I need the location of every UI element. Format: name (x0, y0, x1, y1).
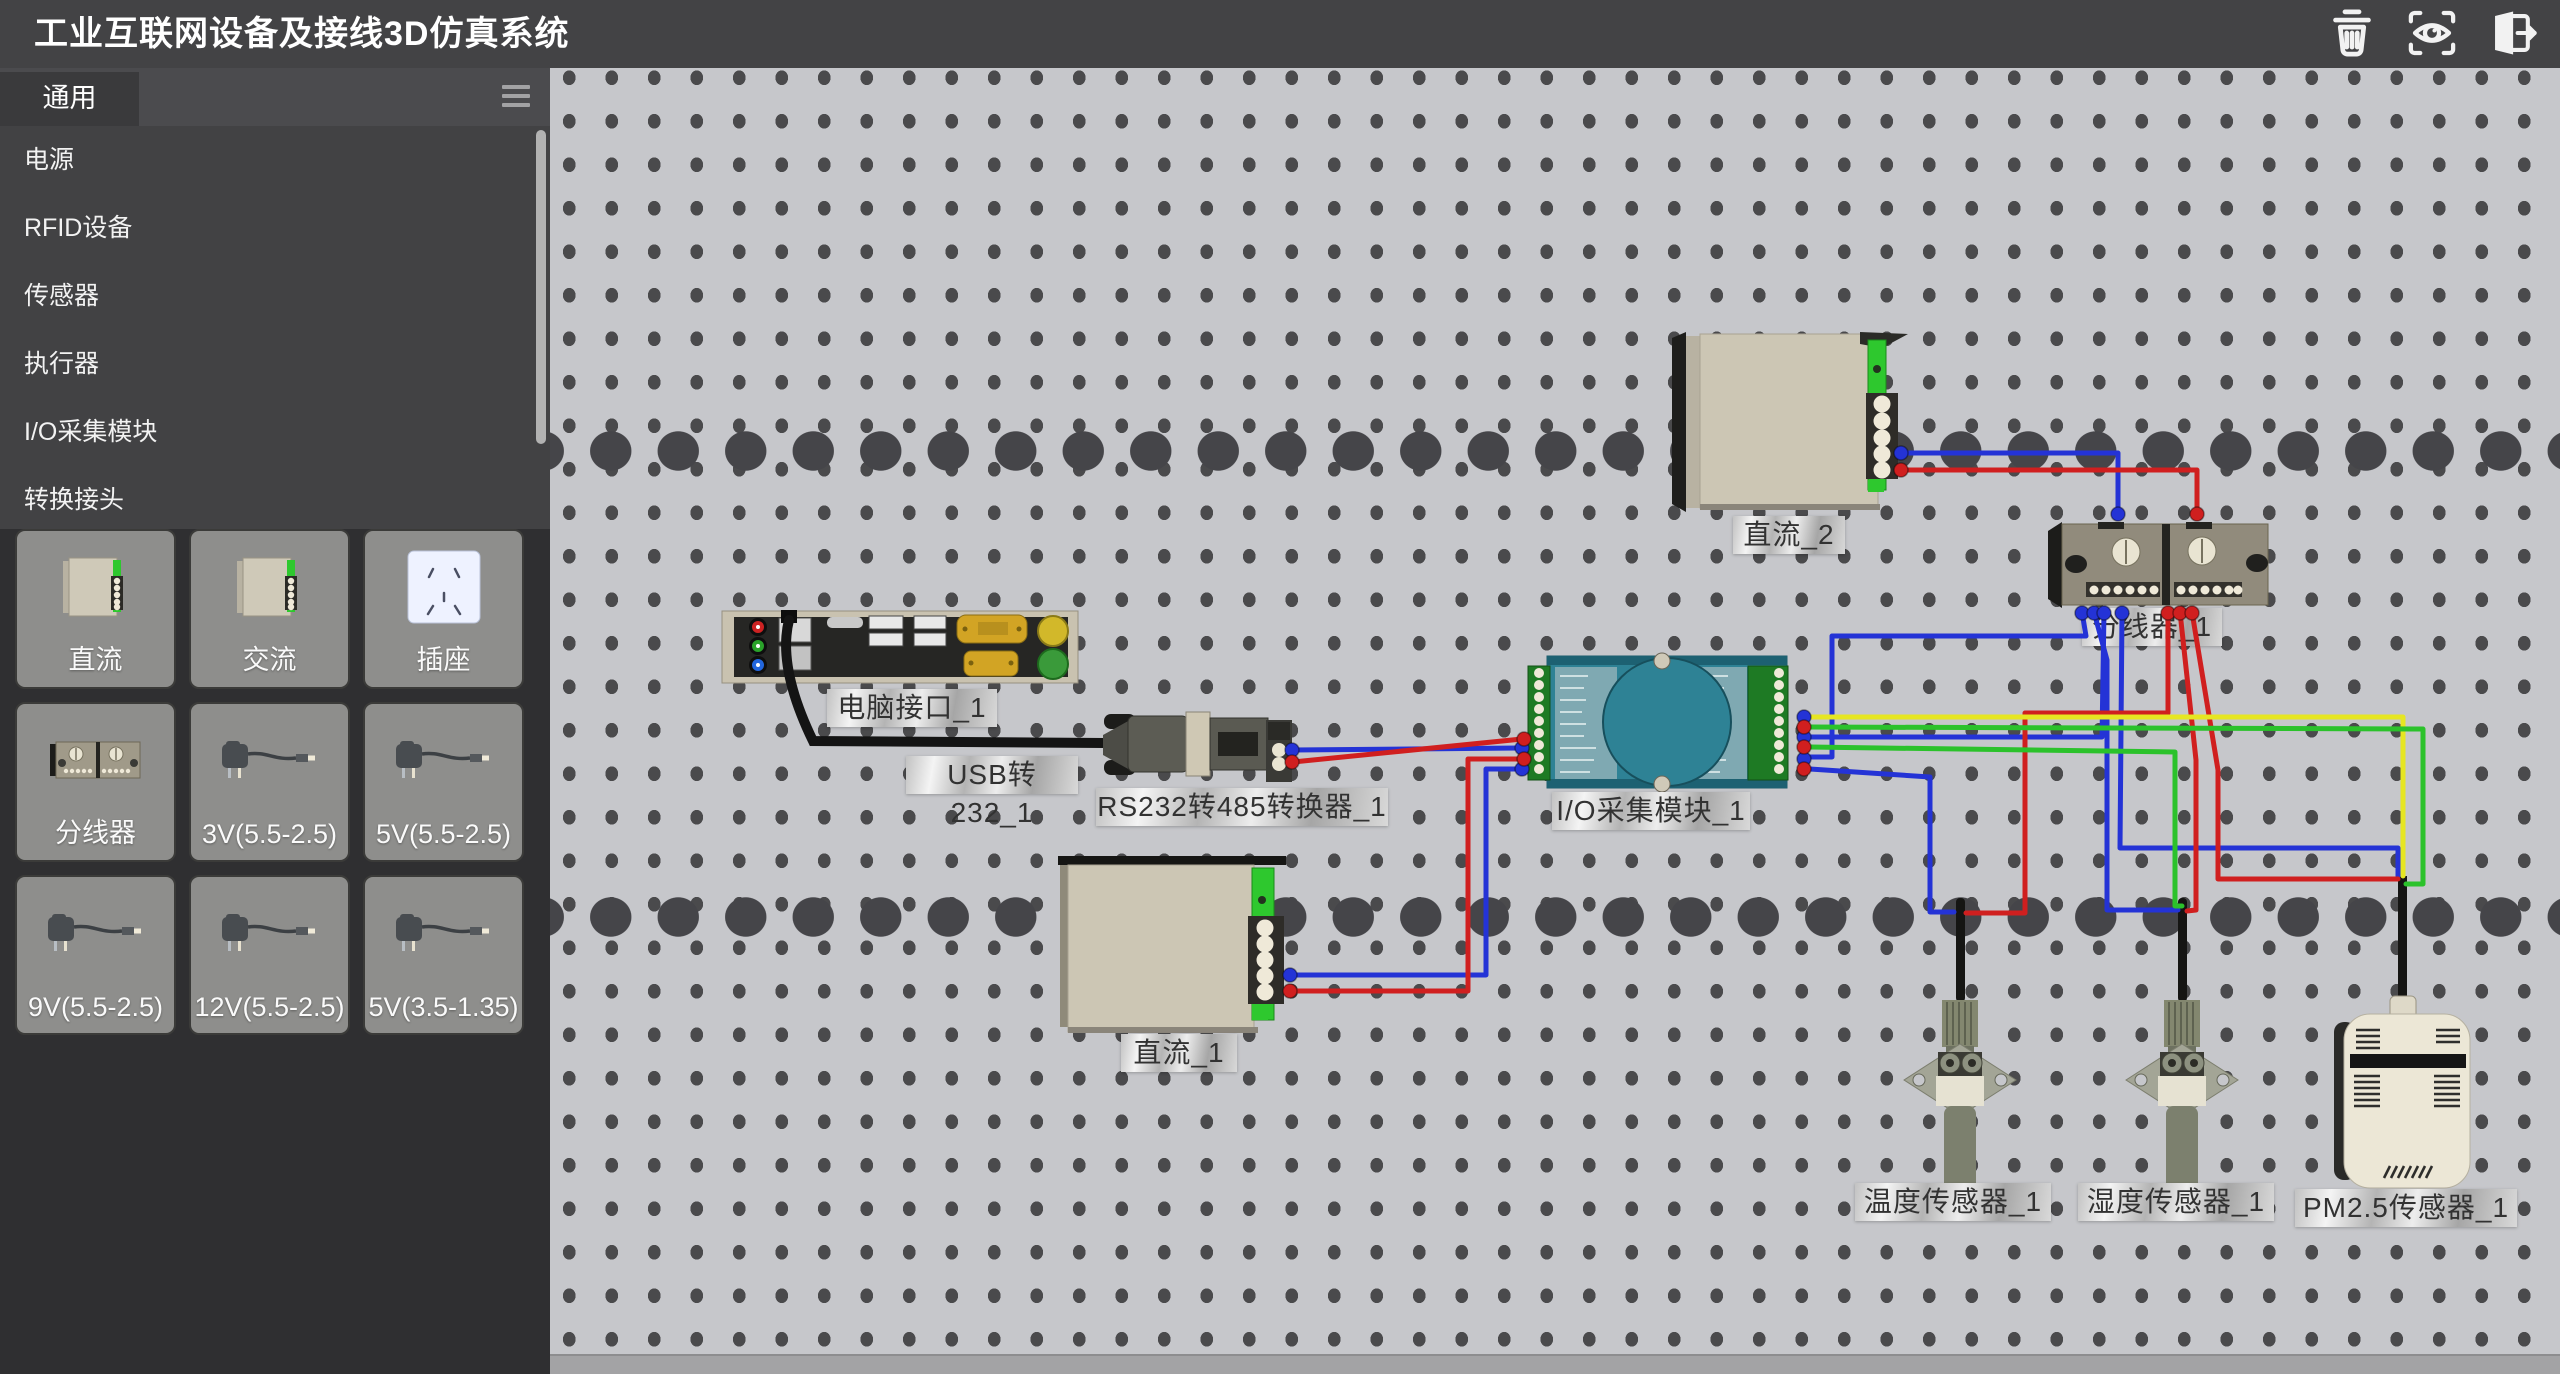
trash-icon (2326, 6, 2378, 60)
socket-icon (365, 541, 522, 633)
palette-tile-交流[interactable]: 交流 (189, 529, 350, 689)
preview-button[interactable] (2406, 6, 2458, 60)
palette-tile-12V(5.5-2.5)[interactable]: 12V(5.5-2.5) (189, 875, 350, 1035)
category-item-1[interactable]: RFID设备 (0, 194, 550, 262)
app-title: 工业互联网设备及接线3D仿真系统 (34, 14, 569, 54)
palette-tile-5V(3.5-1.35)[interactable]: 5V(3.5-1.35) (363, 875, 524, 1035)
title-bar: 工业互联网设备及接线3D仿真系统 (0, 0, 2560, 68)
palette-tile-9V(5.5-2.5)[interactable]: 9V(5.5-2.5) (15, 875, 176, 1035)
adapter-icon (365, 714, 522, 806)
toolbar (2326, 6, 2538, 60)
hamburger-icon (502, 85, 530, 89)
tile-label: 5V(3.5-1.35) (365, 992, 522, 1023)
palette-tile-3V(5.5-2.5)[interactable]: 3V(5.5-2.5) (189, 702, 350, 862)
exit-icon (2486, 6, 2538, 60)
adapter-icon (365, 887, 522, 979)
category-item-2[interactable]: 传感器 (0, 262, 550, 330)
category-item-0[interactable]: 电源 (0, 126, 550, 194)
category-list: 电源RFID设备传感器执行器I/O采集模块转换接头 (0, 126, 550, 529)
palette-tile-5V(5.5-2.5)[interactable]: 5V(5.5-2.5) (363, 702, 524, 862)
tile-label: 插座 (365, 638, 522, 677)
power-supply-icon (191, 541, 348, 633)
workspace-canvas[interactable] (550, 68, 2560, 1374)
adapter-icon (191, 714, 348, 806)
app-window: 工业互联网设备及接线3D仿真系统 (0, 0, 2560, 1374)
tile-label: 12V(5.5-2.5) (191, 992, 348, 1023)
splitter-icon (17, 714, 174, 806)
tile-label: 9V(5.5-2.5) (17, 992, 174, 1023)
sidebar: 通用 电源RFID设备传感器执行器I/O采集模块转换接头 直流交流插座分线器 3V… (0, 68, 550, 1374)
exit-button[interactable] (2486, 6, 2538, 60)
adapter-icon (17, 887, 174, 979)
sidebar-scrollbar[interactable] (536, 130, 546, 444)
delete-button[interactable] (2326, 6, 2378, 60)
tile-label: 直流 (17, 638, 174, 677)
tile-label: 3V(5.5-2.5) (191, 819, 348, 850)
menu-button[interactable] (502, 80, 532, 112)
palette-tile-分线器[interactable]: 分线器 (15, 702, 176, 862)
pegboard-hole-row (550, 897, 2560, 937)
category-item-3[interactable]: 执行器 (0, 330, 550, 398)
tab-general[interactable]: 通用 (0, 72, 139, 126)
tile-label: 交流 (191, 638, 348, 677)
tile-label: 分线器 (17, 811, 174, 850)
category-item-5[interactable]: 转换接头 (0, 466, 550, 534)
palette-tile-直流[interactable]: 直流 (15, 529, 176, 689)
device-palette: 直流交流插座分线器 3V(5.5-2.5) 5V(5.5-2.5) 9V(5.5-2.… (0, 529, 550, 1374)
power-supply-icon (17, 541, 174, 633)
eye-preview-icon (2406, 6, 2458, 60)
pegboard-hole-row (550, 431, 2560, 471)
sidebar-header: 通用 (0, 68, 550, 126)
floor-edge (550, 1354, 2560, 1374)
tile-label: 5V(5.5-2.5) (365, 819, 522, 850)
palette-tile-插座[interactable]: 插座 (363, 529, 524, 689)
adapter-icon (191, 887, 348, 979)
category-item-4[interactable]: I/O采集模块 (0, 398, 550, 466)
